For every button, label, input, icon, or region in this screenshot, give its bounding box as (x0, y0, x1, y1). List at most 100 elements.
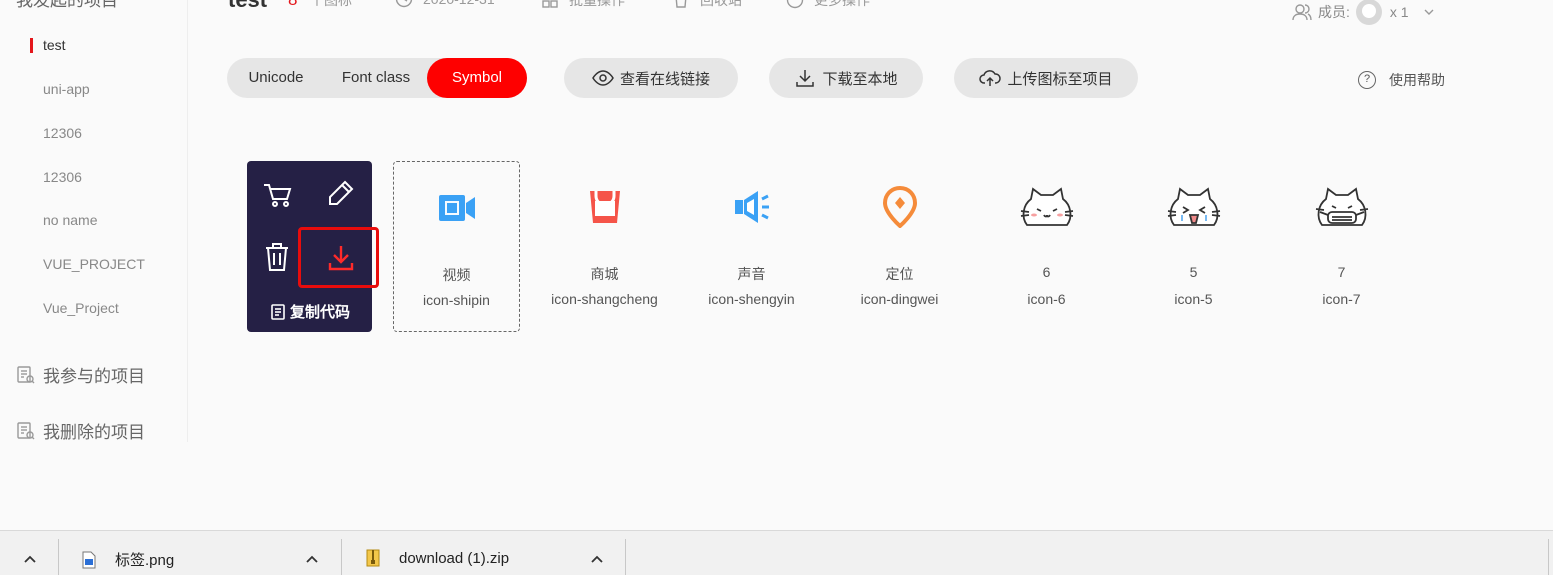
sidebar-item-12306[interactable]: 12306 (43, 125, 82, 141)
download-item-png[interactable]: 标签.png (82, 549, 174, 570)
deleted-projects[interactable]: 我删除的项目 (16, 418, 145, 443)
cloud-upload-icon (979, 70, 1002, 86)
tab-symbol[interactable]: Symbol (427, 58, 527, 98)
chevron-down-icon (1424, 9, 1434, 15)
icon-card-dingwei[interactable]: 定位 icon-dingwei (836, 161, 963, 332)
batch-label: 批量操作 (569, 0, 625, 8)
download-local-button[interactable]: 下载至本地 (769, 58, 923, 98)
icon-name: 商城 (590, 266, 619, 282)
participated-projects[interactable]: 我参与的项目 (16, 362, 145, 387)
icon-code: icon-5 (1174, 291, 1213, 307)
icon-card-7[interactable]: 7 icon-7 (1278, 161, 1405, 332)
grid-icon (542, 0, 558, 8)
tab-unicode[interactable]: Unicode (227, 58, 325, 98)
sidebar-item-vue-project[interactable]: Vue_Project (43, 300, 119, 316)
chevron-up-icon[interactable] (304, 551, 320, 567)
icon-card-shangcheng[interactable]: 商城 icon-shangcheng (541, 161, 668, 332)
upload-label: 上传图标至项目 (1007, 70, 1113, 88)
icon-code: icon-shangcheng (551, 291, 658, 307)
download-file-name: download (1).zip (399, 549, 510, 567)
icon-code: icon-dingwei (860, 291, 939, 307)
view-link-label: 查看在线链接 (619, 70, 710, 88)
video-icon (438, 195, 475, 221)
icon-count: 8 (288, 0, 297, 10)
icon-card-5[interactable]: 5 icon-5 (1130, 161, 1257, 332)
chevron-up-icon[interactable] (589, 551, 605, 567)
icon-card-shipin[interactable]: 视频 icon-shipin (393, 161, 520, 332)
clock-icon (395, 0, 413, 8)
icon-name: 7 (1337, 264, 1346, 280)
cat-crying-icon (1167, 187, 1220, 226)
copy-code-button[interactable]: 复制代码 (247, 301, 372, 322)
browser-download-bar: 标签.png download (1).zip (0, 530, 1553, 575)
deleted-label: 我删除的项目 (43, 423, 145, 442)
divider (1548, 539, 1549, 575)
icon-name: 6 (1042, 264, 1051, 280)
upload-icons-button[interactable]: 上传图标至项目 (954, 58, 1138, 98)
more-icon (786, 0, 804, 9)
icon-count-unit: 个图标 (310, 0, 352, 8)
icon-code: icon-shengyin (708, 291, 795, 307)
recycle-label: 回收站 (700, 0, 742, 8)
members-label: 成员: (1318, 4, 1350, 20)
more-operations-button[interactable]: 更多操作 (786, 0, 870, 10)
eye-icon (592, 70, 614, 86)
document-list-icon (17, 421, 35, 439)
edit-icon[interactable] (325, 177, 357, 209)
shopping-bag-icon (589, 191, 620, 223)
recycle-bin-button[interactable]: 回收站 (672, 0, 742, 10)
delete-icon[interactable] (262, 241, 292, 273)
help-icon: ? (1358, 71, 1376, 89)
date-label: 2020-12-31 (423, 0, 495, 7)
icon-card-6[interactable]: 6 icon-6 (983, 161, 1110, 332)
help-link[interactable]: ? 使用帮助 (1358, 70, 1445, 90)
divider (341, 539, 342, 575)
icon-card-shengyin[interactable]: 声音 icon-shengyin (688, 161, 815, 332)
date-info: 2020-12-31 (395, 0, 495, 8)
download-icon (796, 70, 815, 87)
users-icon (1292, 4, 1312, 21)
my-projects-header[interactable]: 我发起的项目 (16, 0, 118, 11)
icon-code: icon-7 (1322, 291, 1361, 307)
more-label: 更多操作 (814, 0, 870, 8)
sidebar-item-uni-app[interactable]: uni-app (43, 81, 90, 97)
tab-font-class[interactable]: Font class (325, 58, 427, 98)
project-title: test (228, 0, 267, 13)
batch-operation-button[interactable]: 批量操作 (541, 0, 625, 10)
members-dropdown[interactable]: 成员: x 1 (1292, 0, 1435, 25)
icon-name: 定位 (885, 266, 914, 282)
code-type-tabs: Unicode Font class Symbol (227, 58, 527, 98)
sidebar-item-vue-project-upper[interactable]: VUE_PROJECT (43, 256, 145, 272)
speaker-icon (734, 191, 769, 223)
divider (58, 539, 59, 575)
cat-blush-icon (1020, 187, 1073, 226)
document-list-icon (17, 365, 35, 383)
sidebar-item-no-name[interactable]: no name (43, 212, 97, 228)
icon-code: icon-6 (1027, 291, 1066, 307)
cart-icon[interactable] (262, 181, 294, 209)
icon-name: 声音 (737, 266, 766, 282)
download-file-name: 标签.png (115, 552, 175, 569)
sidebar-item-12306-b[interactable]: 12306 (43, 169, 82, 185)
icon-name: 视频 (442, 267, 471, 283)
iconfont-project-page: 我发起的项目 test uni-app 12306 12306 no name … (0, 0, 1553, 575)
sidebar-item-test[interactable]: test (43, 37, 66, 53)
icon-name: 5 (1189, 264, 1198, 280)
download-label: 下载至本地 (822, 70, 898, 88)
help-label: 使用帮助 (1389, 72, 1445, 88)
divider (625, 539, 626, 575)
image-file-icon (82, 551, 96, 568)
trash-icon (675, 0, 687, 8)
location-pin-icon (882, 186, 917, 228)
members-count: x 1 (1389, 4, 1409, 20)
icon-code: icon-shipin (423, 292, 490, 308)
document-icon (271, 303, 285, 320)
download-item-zip[interactable]: download (1).zip (366, 549, 509, 567)
cat-mask-icon (1315, 187, 1368, 226)
highlight-box (298, 227, 379, 288)
view-online-link-button[interactable]: 查看在线链接 (564, 58, 738, 98)
copy-code-label: 复制代码 (289, 304, 350, 321)
chevron-up-icon[interactable] (22, 551, 38, 567)
sidebar-label: 我发起的项目 (16, 0, 118, 10)
sidebar: 我发起的项目 test uni-app 12306 12306 no name … (0, 0, 188, 442)
